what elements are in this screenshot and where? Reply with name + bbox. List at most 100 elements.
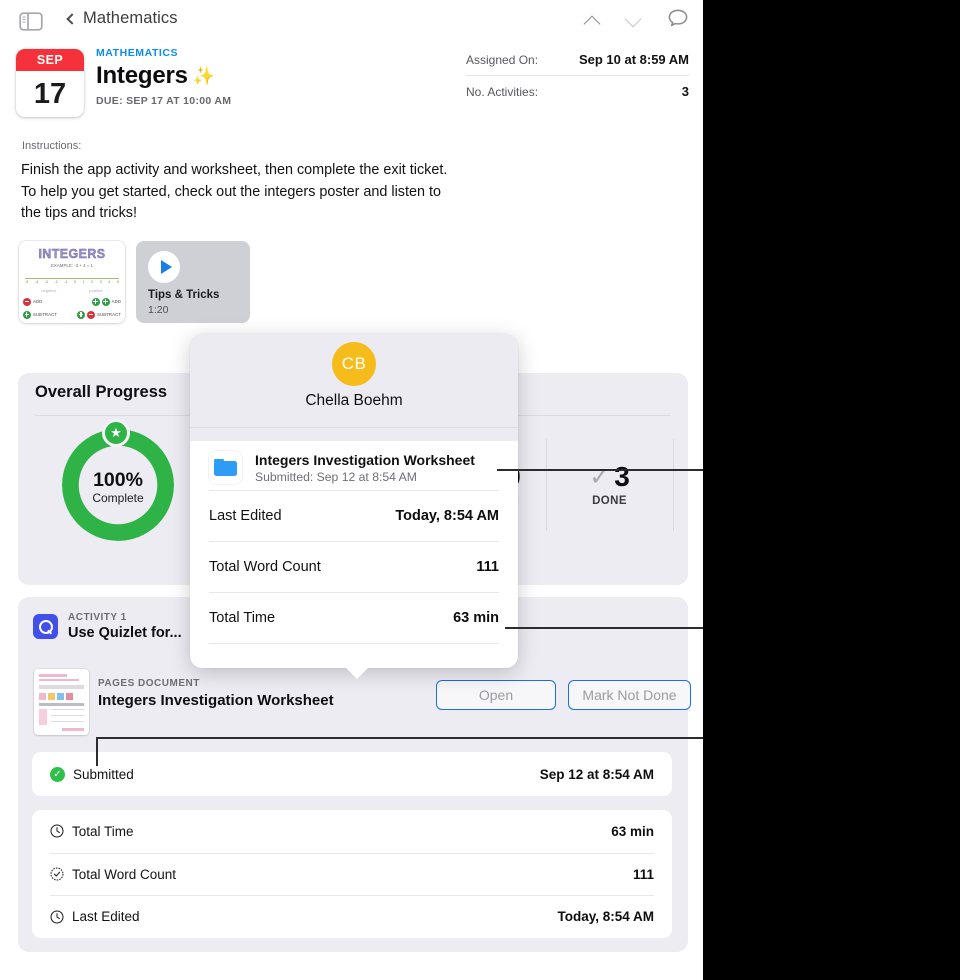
rule-text: ADD [111, 299, 121, 304]
activity-header[interactable]: ACTIVITY 1 Use Quizlet for... [33, 612, 182, 641]
speech-bubble-icon[interactable] [667, 8, 689, 33]
course-eyebrow: MATHEMATICS [96, 47, 179, 59]
student-name: Chella Boehm [305, 392, 403, 409]
popover-value: Today, 8:54 AM [395, 508, 499, 524]
stat-value: 3 [614, 461, 630, 492]
detail-label: Total Word Count [72, 866, 177, 882]
document-eyebrow: PAGES DOCUMENT [98, 678, 200, 689]
word-count-icon [50, 867, 64, 881]
mark-not-done-button[interactable]: Mark Not Done [568, 680, 691, 710]
sidebar-toggle-icon[interactable] [19, 11, 43, 32]
clock-icon [50, 910, 64, 924]
callout-line-total-time [505, 627, 703, 629]
popover-spacer [190, 427, 518, 441]
attachment-video[interactable]: Tips & Tricks 1:20 [136, 241, 250, 323]
popover-file-subtitle: Submitted: Sep 12 at 8:54 AM [255, 469, 417, 484]
folder-icon [209, 451, 242, 484]
popover-row-last-edited: Last Edited Today, 8:54 AM [209, 490, 499, 541]
clock-icon [50, 824, 64, 838]
pages-document-thumbnail[interactable] [34, 669, 89, 735]
due-date-badge: SEP 17 [16, 49, 84, 117]
poster-rule-row: ADD ADD [21, 295, 123, 308]
due-text: DUE: SEP 17 AT 10:00 AM [96, 95, 232, 107]
poster-sub-left: negative [41, 288, 57, 293]
popover-value: 111 [476, 559, 499, 575]
detail-row-last-edited: Last Edited Today, 8:54 AM [50, 895, 654, 938]
chevron-down-icon[interactable] [626, 13, 641, 28]
screen-letterbox [703, 0, 960, 980]
meta-value: 3 [681, 84, 689, 99]
video-title: Tips & Tricks [148, 289, 220, 301]
stat-label: DONE [592, 495, 627, 507]
due-date-month: SEP [16, 49, 84, 71]
popover-key: Last Edited [209, 508, 282, 524]
document-details-card: Total Time 63 min Total Word Count 111 L… [32, 810, 672, 938]
instructions-body: Finish the app activity and worksheet, t… [21, 162, 448, 221]
popover-value: 63 min [453, 610, 499, 626]
number-line-labels: -5 -4 -3 -2 -1 0 1 2 3 4 5 [25, 280, 119, 284]
detail-row-word-count: Total Word Count 111 [50, 852, 654, 896]
callout-line-submission [497, 469, 703, 471]
poster-rule-row: SUBTRACT SUBTRACT [21, 308, 123, 321]
due-date-day: 17 [33, 77, 67, 110]
plus-dot-icon [23, 310, 31, 319]
rule-text: SUBTRACT [33, 312, 57, 317]
open-button[interactable]: Open [436, 680, 556, 710]
instructions-label: Instructions: [22, 140, 82, 152]
status-label: Submitted [73, 766, 134, 782]
popover-key: Total Time [209, 610, 276, 626]
divider [673, 439, 674, 531]
popover-key: Total Word Count [209, 559, 321, 575]
plus-dot-icon [101, 297, 110, 306]
progress-heading: Overall Progress [35, 383, 168, 401]
popover-tail [344, 666, 370, 679]
submitted-status-card: ✓ Submitted Sep 12 at 8:54 AM [32, 752, 672, 796]
navbar-actions [585, 8, 689, 33]
green-check-icon: ✓ [50, 766, 65, 782]
meta-row-assigned: Assigned On: Sep 10 at 8:59 AM [466, 48, 689, 75]
poster-rules: ADD ADD SUBTRACT SUBTRACT [21, 295, 123, 321]
activity-name: Use Quizlet for... [68, 625, 182, 641]
popover-file-row[interactable]: Integers Investigation Worksheet Submitt… [190, 441, 518, 490]
meta-key: No. Activities: [466, 85, 539, 99]
plus-dot-icon [77, 310, 86, 319]
back-button[interactable]: Mathematics [66, 9, 178, 28]
activity-eyebrow: ACTIVITY 1 [68, 612, 127, 623]
detail-value: 63 min [611, 823, 654, 839]
sparkles-icon: ✨ [192, 66, 216, 86]
student-submission-popover: CB Chella Boehm Integers Investigation W… [190, 334, 518, 668]
quizlet-icon [33, 614, 58, 639]
assignment-header: MATHEMATICS Integers ✨ DUE: SEP 17 AT 10… [96, 47, 456, 107]
meta-key: Assigned On: [466, 53, 539, 67]
detail-row-total-time: Total Time 63 min [50, 810, 654, 853]
video-duration: 1:20 [148, 304, 169, 316]
back-label: Mathematics [83, 9, 178, 27]
poster-equation: EXAMPLE: -3 + 4 = 1 [51, 263, 93, 268]
chevron-up-icon[interactable] [585, 13, 600, 28]
progress-percent: 100% [93, 469, 143, 491]
popover-row-word-count: Total Word Count 111 [209, 541, 499, 592]
rule-text: ADD [33, 299, 43, 304]
poster-sublabels: negative positive [25, 288, 119, 293]
poster-title: INTEGERS [38, 247, 106, 261]
chevron-left-icon [66, 13, 78, 25]
rule-text: SUBTRACT [97, 312, 121, 317]
detail-label: Last Edited [72, 909, 140, 925]
assignment-detail-screen: Mathematics SEP 17 MATHEMATICS Integers … [0, 0, 703, 980]
popover-header: CB Chella Boehm [190, 334, 518, 427]
progress-sublabel: Complete [92, 491, 144, 505]
navigation-bar: Mathematics [0, 0, 703, 44]
callout-line-details-stem [96, 737, 98, 766]
plus-dot-icon [91, 297, 100, 306]
popover-file-title: Integers Investigation Worksheet [255, 451, 475, 468]
detail-value: Today, 8:54 AM [557, 909, 654, 925]
popover-detail-rows: Last Edited Today, 8:54 AM Total Word Co… [190, 490, 518, 644]
play-icon[interactable] [148, 251, 180, 283]
document-title: Integers Investigation Worksheet [98, 692, 334, 709]
attachment-poster[interactable]: INTEGERS EXAMPLE: -3 + 4 = 1 -5 -4 -3 -2 -1 0… [19, 241, 125, 323]
document-meta: PAGES DOCUMENT Integers Investigation Wo… [98, 678, 334, 709]
popover-row-total-time: Total Time 63 min [209, 592, 499, 643]
progress-ring: 100% Complete ★ [62, 419, 174, 541]
stat-done: ✓ 3 DONE [546, 461, 673, 507]
page-title: Integers [96, 62, 188, 89]
